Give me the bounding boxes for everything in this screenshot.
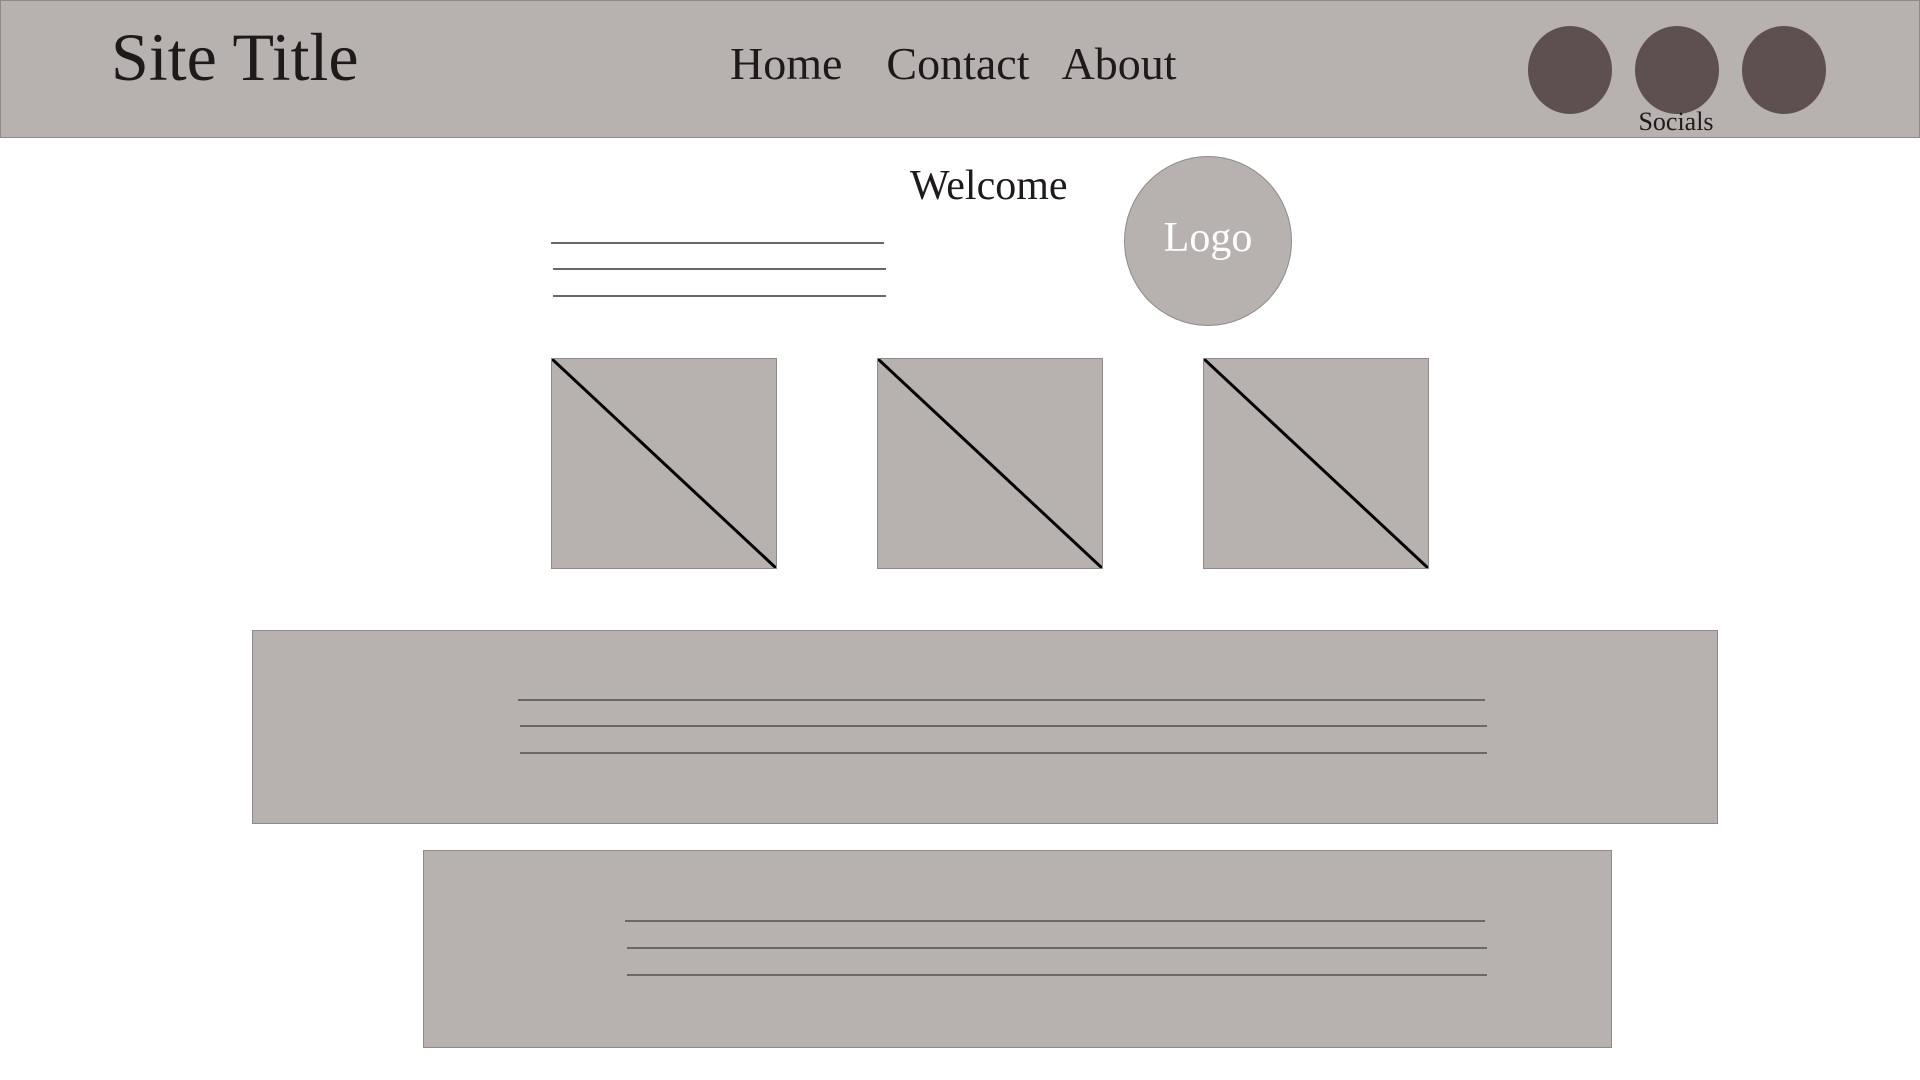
- text-placeholder-line: [551, 242, 884, 244]
- social-circle-icon[interactable]: [1635, 26, 1719, 114]
- site-header: Site Title Home Contact About: [0, 0, 1920, 138]
- logo-text: Logo: [1163, 215, 1253, 261]
- main-nav: Home Contact About: [730, 41, 1177, 87]
- image-placeholder-icon: [877, 358, 1103, 569]
- nav-about-link[interactable]: About: [1062, 41, 1177, 87]
- nav-contact-link[interactable]: Contact: [886, 41, 1029, 87]
- text-placeholder-line: [518, 699, 1485, 701]
- content-block: [252, 630, 1718, 824]
- logo-placeholder[interactable]: Logo: [1124, 156, 1292, 326]
- welcome-heading: Welcome: [910, 163, 1068, 209]
- socials-label: Socials: [1638, 107, 1714, 136]
- text-placeholder-line: [520, 725, 1487, 727]
- social-circle-icon[interactable]: [1742, 26, 1826, 114]
- text-placeholder-line: [627, 974, 1487, 976]
- social-circle-icon[interactable]: [1528, 26, 1612, 114]
- content-block: [423, 850, 1612, 1048]
- text-placeholder-line: [553, 295, 886, 297]
- text-placeholder-line: [627, 947, 1487, 949]
- image-placeholder-icon: [1203, 358, 1429, 569]
- wireframe-page: Site Title Home Contact About Socials We…: [0, 0, 1920, 1080]
- nav-home-link[interactable]: Home: [730, 41, 842, 87]
- site-title[interactable]: Site Title: [111, 23, 359, 91]
- text-placeholder-line: [625, 920, 1485, 922]
- text-placeholder-line: [553, 268, 886, 270]
- text-placeholder-line: [520, 752, 1487, 754]
- image-placeholder-icon: [551, 358, 777, 569]
